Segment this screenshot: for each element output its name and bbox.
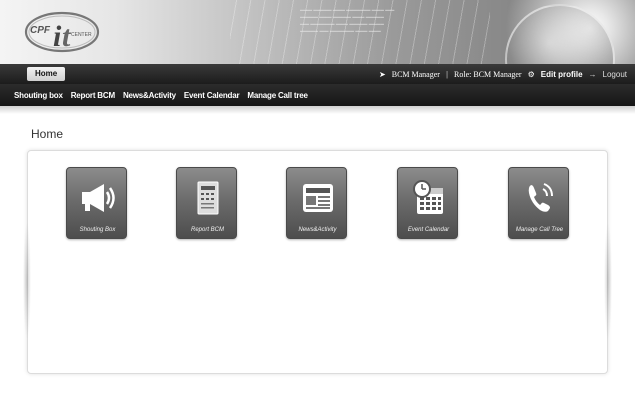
menu-item-report-bcm[interactable]: Report BCM xyxy=(71,91,115,100)
menu-item-news-activity[interactable]: News&Activity xyxy=(123,91,176,100)
tile-label: Shouting Box xyxy=(79,227,116,233)
tile-label: Report BCM xyxy=(190,227,224,233)
top-bar: Home ➤ BCM Manager | Role: BCM Manager ⚙… xyxy=(0,64,635,84)
cpf-it-center-logo[interactable]: CPF i t CENTER xyxy=(22,6,102,60)
menu-item-manage-call-tree[interactable]: Manage Call tree xyxy=(247,91,308,100)
tile-news-activity[interactable]: News&Activity xyxy=(286,167,347,239)
menu-item-shouting-box[interactable]: Shouting box xyxy=(14,91,63,100)
logo-subtext: CENTER xyxy=(71,32,92,38)
tile-report-bcm[interactable]: Report BCM xyxy=(176,167,237,239)
gear-icon: ⚙ xyxy=(527,69,535,79)
phone-icon xyxy=(509,176,570,220)
logout-icon: → xyxy=(588,69,597,79)
tile-manage-call-tree[interactable]: Manage Call Tree xyxy=(508,167,569,239)
username: BCM Manager xyxy=(391,69,440,79)
tab-home[interactable]: Home xyxy=(27,67,66,81)
report-icon xyxy=(177,176,238,220)
page-title: Home xyxy=(31,127,64,141)
pin-icon: ➤ xyxy=(379,69,386,79)
edit-profile-link[interactable]: Edit profile xyxy=(541,70,583,79)
header-banner: ━━━━ ━━━━━━ ━━━━ ━━━━━━━━ ━━━━ ━━━ ━━━━━━… xyxy=(0,0,635,64)
tile-shouting-box[interactable]: Shouting Box xyxy=(66,167,127,239)
tile-label: Manage Call Tree xyxy=(515,227,564,233)
megaphone-icon xyxy=(67,176,128,220)
tile-label: Event Calendar xyxy=(407,227,450,233)
menu-shadow xyxy=(0,106,635,114)
svg-text:i: i xyxy=(53,20,62,53)
main-menu: Shouting box Report BCM News&Activity Ev… xyxy=(0,84,635,106)
tile-event-calendar[interactable]: Event Calendar xyxy=(397,167,458,239)
newspaper-icon xyxy=(287,176,348,220)
logo-text: CPF xyxy=(30,25,51,36)
user-area: ➤ BCM Manager | Role: BCM Manager ⚙ Edit… xyxy=(379,67,627,81)
separator: | xyxy=(445,69,449,79)
menu-item-event-calendar[interactable]: Event Calendar xyxy=(184,91,240,100)
tile-label: News&Activity xyxy=(298,227,337,233)
user-role: Role: BCM Manager xyxy=(454,69,522,79)
calendar-icon xyxy=(398,176,459,220)
logout-link[interactable]: Logout xyxy=(603,70,627,79)
